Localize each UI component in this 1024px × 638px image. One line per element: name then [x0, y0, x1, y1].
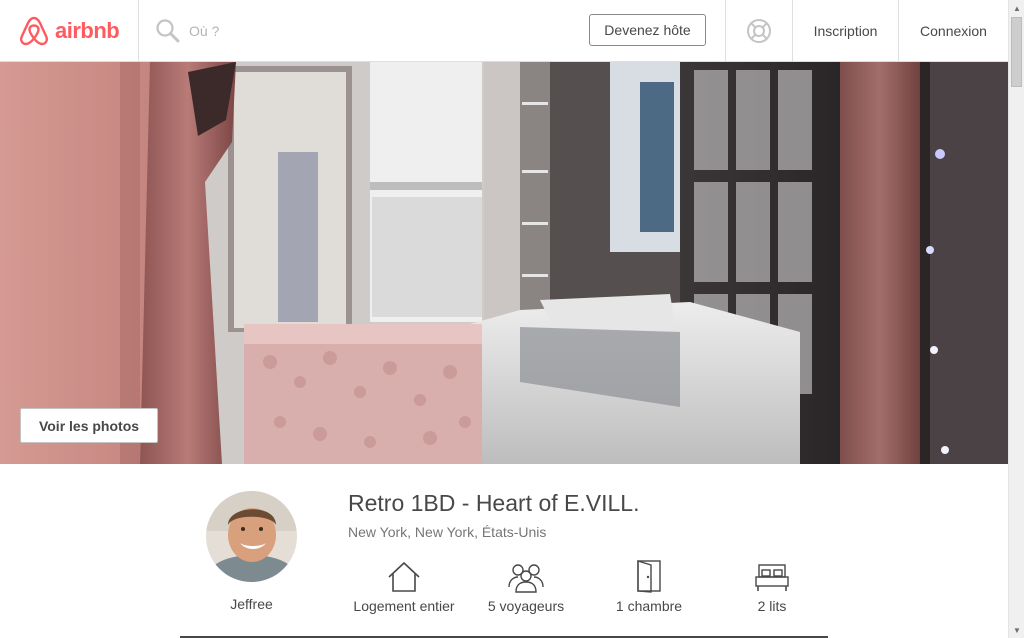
- door-icon: [637, 560, 661, 593]
- host-portrait-image: [206, 491, 297, 582]
- scroll-up-arrow-icon[interactable]: ▲: [1009, 0, 1024, 16]
- feature-room-type: Logement entier: [344, 559, 464, 614]
- vertical-scrollbar[interactable]: ▲ ▼: [1008, 0, 1024, 638]
- feature-guests-label: 5 voyageurs: [487, 598, 565, 614]
- home-icon: [388, 562, 420, 592]
- listing-title: Retro 1BD - Heart of E.VILL.: [348, 490, 640, 516]
- signup-link[interactable]: Inscription: [793, 0, 899, 62]
- brand-wordmark: airbnb: [55, 18, 120, 43]
- hero-photo[interactable]: Voir les photos: [0, 62, 1008, 464]
- guests-icon: [508, 564, 544, 593]
- listing-location[interactable]: New York, New York, États-Unis: [348, 524, 546, 540]
- help-lifebuoy-icon: [747, 19, 771, 43]
- host-name[interactable]: Jeffree: [206, 596, 297, 612]
- feature-room-type-label: Logement entier: [353, 598, 455, 614]
- scroll-down-arrow-icon[interactable]: ▼: [1009, 622, 1024, 638]
- feature-guests: 5 voyageurs: [466, 559, 586, 614]
- search-input[interactable]: [189, 23, 549, 39]
- feature-bedrooms-label: 1 chambre: [615, 598, 683, 614]
- bedroom-photo-illustration: [0, 62, 1008, 464]
- airbnb-belo-icon: [20, 16, 48, 46]
- login-link[interactable]: Connexion: [899, 0, 1008, 62]
- feature-beds: 2 lits: [712, 559, 832, 614]
- host-avatar[interactable]: [206, 491, 297, 582]
- listing-summary: Jeffree Retro 1BD - Heart of E.VILL. New…: [0, 464, 1008, 638]
- top-navigation-bar: airbnb Devenez hôte Inscription Connexio…: [0, 0, 1008, 62]
- feature-beds-label: 2 lits: [757, 598, 787, 614]
- help-button[interactable]: [725, 0, 793, 62]
- become-host-button[interactable]: Devenez hôte: [589, 14, 706, 46]
- scrollbar-thumb[interactable]: [1011, 17, 1022, 87]
- feature-bedrooms: 1 chambre: [589, 559, 709, 614]
- view-photos-button[interactable]: Voir les photos: [20, 408, 158, 443]
- search-bar[interactable]: [139, 0, 579, 62]
- airbnb-logo[interactable]: airbnb: [0, 0, 139, 62]
- search-icon: [156, 19, 180, 43]
- bed-icon: [755, 564, 789, 591]
